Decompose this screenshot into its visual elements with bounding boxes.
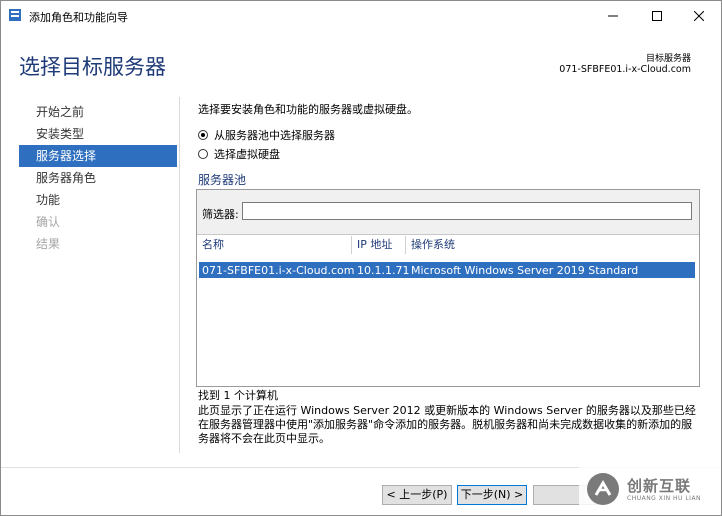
nav-item-installation-type[interactable]: 安装类型 xyxy=(19,123,177,145)
radio-button-checked[interactable] xyxy=(198,130,208,140)
description-text: 此页显示了正在运行 Windows Server 2012 或更新版本的 Win… xyxy=(198,404,696,445)
column-header-ip[interactable]: IP 地址 xyxy=(357,236,392,254)
maximize-button[interactable] xyxy=(639,1,675,31)
column-header-name[interactable]: 名称 xyxy=(202,236,224,254)
filter-label: 筛选器: xyxy=(202,208,239,221)
column-divider[interactable] xyxy=(351,236,352,254)
intro-text: 选择要安装角色和功能的服务器或虚拟硬盘。 xyxy=(198,103,418,116)
server-pool-heading: 服务器池 xyxy=(198,173,247,187)
destination-server-label: 目标服务器 xyxy=(645,54,691,64)
column-header-os[interactable]: 操作系统 xyxy=(411,236,455,254)
close-button[interactable] xyxy=(681,1,717,31)
watermark-text: 创新互联 xyxy=(627,477,692,495)
main-content: 选择要安装角色和功能的服务器或虚拟硬盘。 从服务器池中选择服务器 选择虚拟硬盘 … xyxy=(179,97,700,453)
close-icon xyxy=(694,11,704,21)
wizard-window: 添加角色和功能向导 选择目标服务器 目标服务器 071-SFBFE01.i-x-… xyxy=(0,0,722,516)
table-row[interactable]: 071-SFBFE01.i-x-Cloud.com 10.1.1.71 Micr… xyxy=(199,262,695,278)
page-title: 选择目标服务器 xyxy=(19,55,166,79)
radio-label-vhd: 选择虚拟硬盘 xyxy=(214,148,280,161)
minimize-button[interactable] xyxy=(595,1,631,31)
found-count: 找到 1 个计算机 xyxy=(198,389,278,402)
radio-option-server-pool[interactable]: 从服务器池中选择服务器 xyxy=(198,127,335,143)
destination-server-name: 071-SFBFE01.i-x-Cloud.com xyxy=(559,64,691,75)
column-divider[interactable] xyxy=(405,236,406,254)
radio-label-server-pool: 从服务器池中选择服务器 xyxy=(214,129,335,142)
next-button[interactable]: 下一步(N) > xyxy=(457,485,527,505)
server-pool-list: 筛选器: 名称 IP 地址 操作系统 071-SFBFE01.i-x-Cloud… xyxy=(196,189,700,387)
window-title: 添加角色和功能向导 xyxy=(29,11,128,24)
minimize-icon xyxy=(608,15,618,17)
nav-item-confirmation: 确认 xyxy=(36,215,61,229)
nav-item-features[interactable]: 功能 xyxy=(19,189,177,211)
server-manager-icon xyxy=(9,9,21,21)
nav-item-server-roles[interactable]: 服务器角色 xyxy=(19,167,177,189)
maximize-icon xyxy=(652,11,662,21)
radio-option-vhd[interactable]: 选择虚拟硬盘 xyxy=(198,146,280,162)
cell-ip-address: 10.1.1.71 xyxy=(357,264,410,277)
nav-item-before-you-begin[interactable]: 开始之前 xyxy=(19,101,177,123)
cell-server-name: 071-SFBFE01.i-x-Cloud.com xyxy=(202,264,355,277)
back-button[interactable]: < 上一步(P) xyxy=(382,485,452,505)
nav-item-server-selection[interactable]: 服务器选择 xyxy=(19,145,177,167)
watermark-logo-icon xyxy=(587,473,619,505)
title-bar: 添加角色和功能向导 xyxy=(1,1,721,31)
watermark: 创新互联 CHUANG XIN HU LIAN xyxy=(579,465,721,515)
filter-bar: 筛选器: xyxy=(197,190,699,235)
watermark-subtext: CHUANG XIN HU LIAN xyxy=(627,495,702,502)
filter-input[interactable] xyxy=(242,202,692,220)
wizard-nav: 开始之前 安装类型 服务器选择 服务器角色 功能 确认 结果 xyxy=(19,101,177,255)
nav-item-results: 结果 xyxy=(36,237,61,251)
cell-operating-system: Microsoft Windows Server 2019 Standard xyxy=(411,264,639,277)
radio-button-unchecked[interactable] xyxy=(198,149,208,159)
